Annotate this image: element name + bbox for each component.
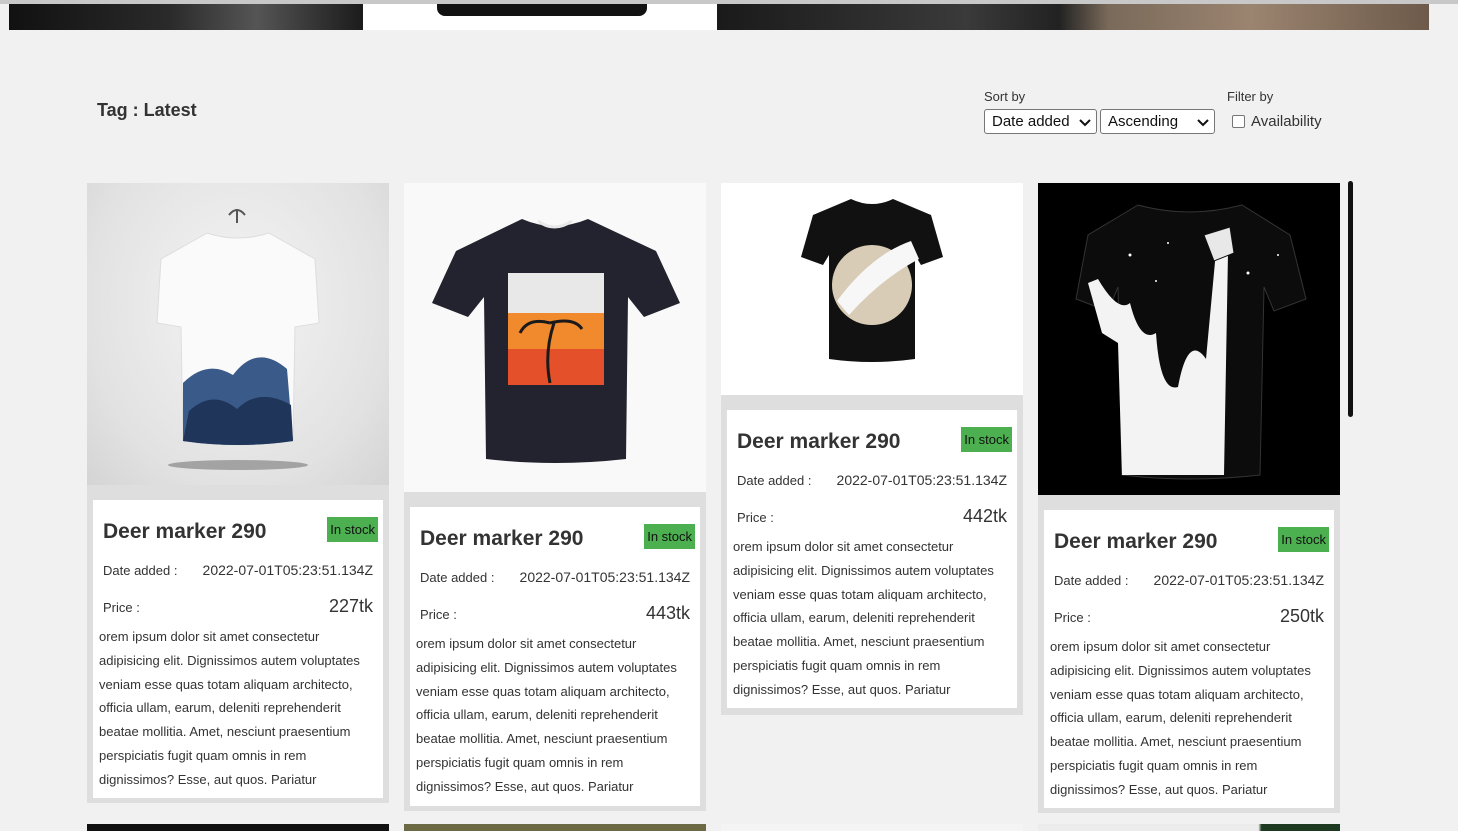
price-row: Price : 442tk	[737, 506, 1007, 527]
sort-field-value: Date added	[992, 113, 1070, 130]
availability-filter[interactable]: Availability	[1227, 109, 1322, 134]
price-value: 227tk	[328, 596, 373, 616]
product-description: orem ipsum dolor sit amet consectetur ad…	[99, 629, 360, 787]
product-name[interactable]: Deer marker 290	[1054, 530, 1217, 554]
banner-strip	[9, 4, 1429, 30]
date-value: 2022-07-01T05:23:51.134Z	[1153, 572, 1324, 588]
next-row-card-3[interactable]	[721, 824, 1023, 831]
product-name[interactable]: Deer marker 290	[420, 527, 583, 551]
sort-order-select[interactable]: Ascending	[1100, 109, 1215, 134]
product-info: Deer marker 290 In stock Date added : 20…	[93, 500, 383, 798]
date-row: Date added : 2022-07-01T05:23:51.134Z	[420, 569, 690, 585]
white-tshirt-wave-icon	[156, 209, 320, 470]
price-label: Price :	[420, 607, 457, 622]
price-row: Price : 250tk	[1054, 606, 1324, 627]
banner-image-3[interactable]	[717, 4, 1429, 30]
product-name[interactable]: Deer marker 290	[737, 430, 900, 454]
chevron-down-icon	[1079, 118, 1091, 126]
black-tshirt-moon-icon	[801, 199, 943, 362]
date-label: Date added :	[103, 563, 178, 578]
product-image[interactable]	[721, 183, 1023, 395]
chevron-down-icon	[1197, 118, 1209, 126]
banner-image-1[interactable]	[9, 4, 363, 30]
product-info: Deer marker 290 In stock Date added : 20…	[727, 410, 1017, 708]
price-label: Price :	[1054, 610, 1091, 625]
filter-group: Filter by Availability	[1227, 89, 1322, 134]
banner-image-2[interactable]	[363, 4, 717, 30]
date-row: Date added : 2022-07-01T05:23:51.134Z	[1054, 572, 1324, 588]
sort-order-value: Ascending	[1108, 113, 1179, 130]
date-label: Date added :	[1054, 573, 1129, 588]
product-description: orem ipsum dolor sit amet consectetur ad…	[1050, 639, 1311, 797]
product-name[interactable]: Deer marker 290	[103, 520, 266, 544]
filter-label: Filter by	[1227, 89, 1274, 104]
date-value: 2022-07-01T05:23:51.134Z	[202, 562, 373, 578]
price-label: Price :	[737, 510, 774, 525]
date-label: Date added :	[737, 473, 812, 488]
next-row-card-2[interactable]	[404, 824, 706, 831]
availability-label[interactable]: Availability	[1251, 113, 1322, 130]
product-description: orem ipsum dolor sit amet consectetur ad…	[416, 636, 677, 794]
price-value: 250tk	[1279, 606, 1324, 626]
price-value: 443tk	[645, 603, 690, 623]
date-value: 2022-07-01T05:23:51.134Z	[519, 569, 690, 585]
navy-tshirt-california-icon	[432, 219, 680, 463]
product-info: Deer marker 290 In stock Date added : 20…	[410, 507, 700, 806]
price-row: Price : 227tk	[103, 596, 373, 617]
product-card[interactable]: Deer marker 290 In stock Date added : 20…	[721, 183, 1023, 715]
price-value: 442tk	[962, 506, 1007, 526]
product-card[interactable]: Deer marker 290 In stock Date added : 20…	[404, 183, 706, 811]
price-label: Price :	[103, 600, 140, 615]
date-row: Date added : 2022-07-01T05:23:51.134Z	[103, 562, 373, 578]
date-value: 2022-07-01T05:23:51.134Z	[836, 472, 1007, 488]
availability-checkbox[interactable]	[1232, 115, 1245, 128]
stock-badge: In stock	[1278, 527, 1329, 552]
date-row: Date added : 2022-07-01T05:23:51.134Z	[737, 472, 1007, 488]
sort-group: Sort by Date added Ascending	[984, 89, 1215, 134]
stock-badge: In stock	[327, 517, 378, 542]
product-info: Deer marker 290 In stock Date added : 20…	[1044, 510, 1334, 808]
product-image[interactable]	[1038, 183, 1340, 495]
product-description: orem ipsum dolor sit amet consectetur ad…	[733, 539, 994, 697]
product-card[interactable]: Deer marker 290 In stock Date added : 20…	[1038, 183, 1340, 813]
banner-shirt-shape	[437, 4, 647, 16]
tag-title: Tag : Latest	[97, 100, 197, 120]
sort-field-select[interactable]: Date added	[984, 109, 1097, 134]
paint-spill-tshirt-icon	[1075, 204, 1307, 480]
sort-label: Sort by	[984, 89, 1026, 104]
grid-scrollbar[interactable]	[1348, 181, 1353, 417]
stock-badge: In stock	[961, 427, 1012, 452]
product-card[interactable]: Deer marker 290 In stock Date added : 20…	[87, 183, 389, 803]
next-row-card-4[interactable]	[1038, 824, 1340, 831]
date-label: Date added :	[420, 570, 495, 585]
next-row-card-1[interactable]	[87, 824, 389, 831]
product-image[interactable]	[87, 183, 389, 485]
product-image[interactable]	[404, 183, 706, 492]
price-row: Price : 443tk	[420, 603, 690, 624]
product-grid: Deer marker 290 In stock Date added : 20…	[87, 183, 1347, 831]
stock-badge: In stock	[644, 524, 695, 549]
